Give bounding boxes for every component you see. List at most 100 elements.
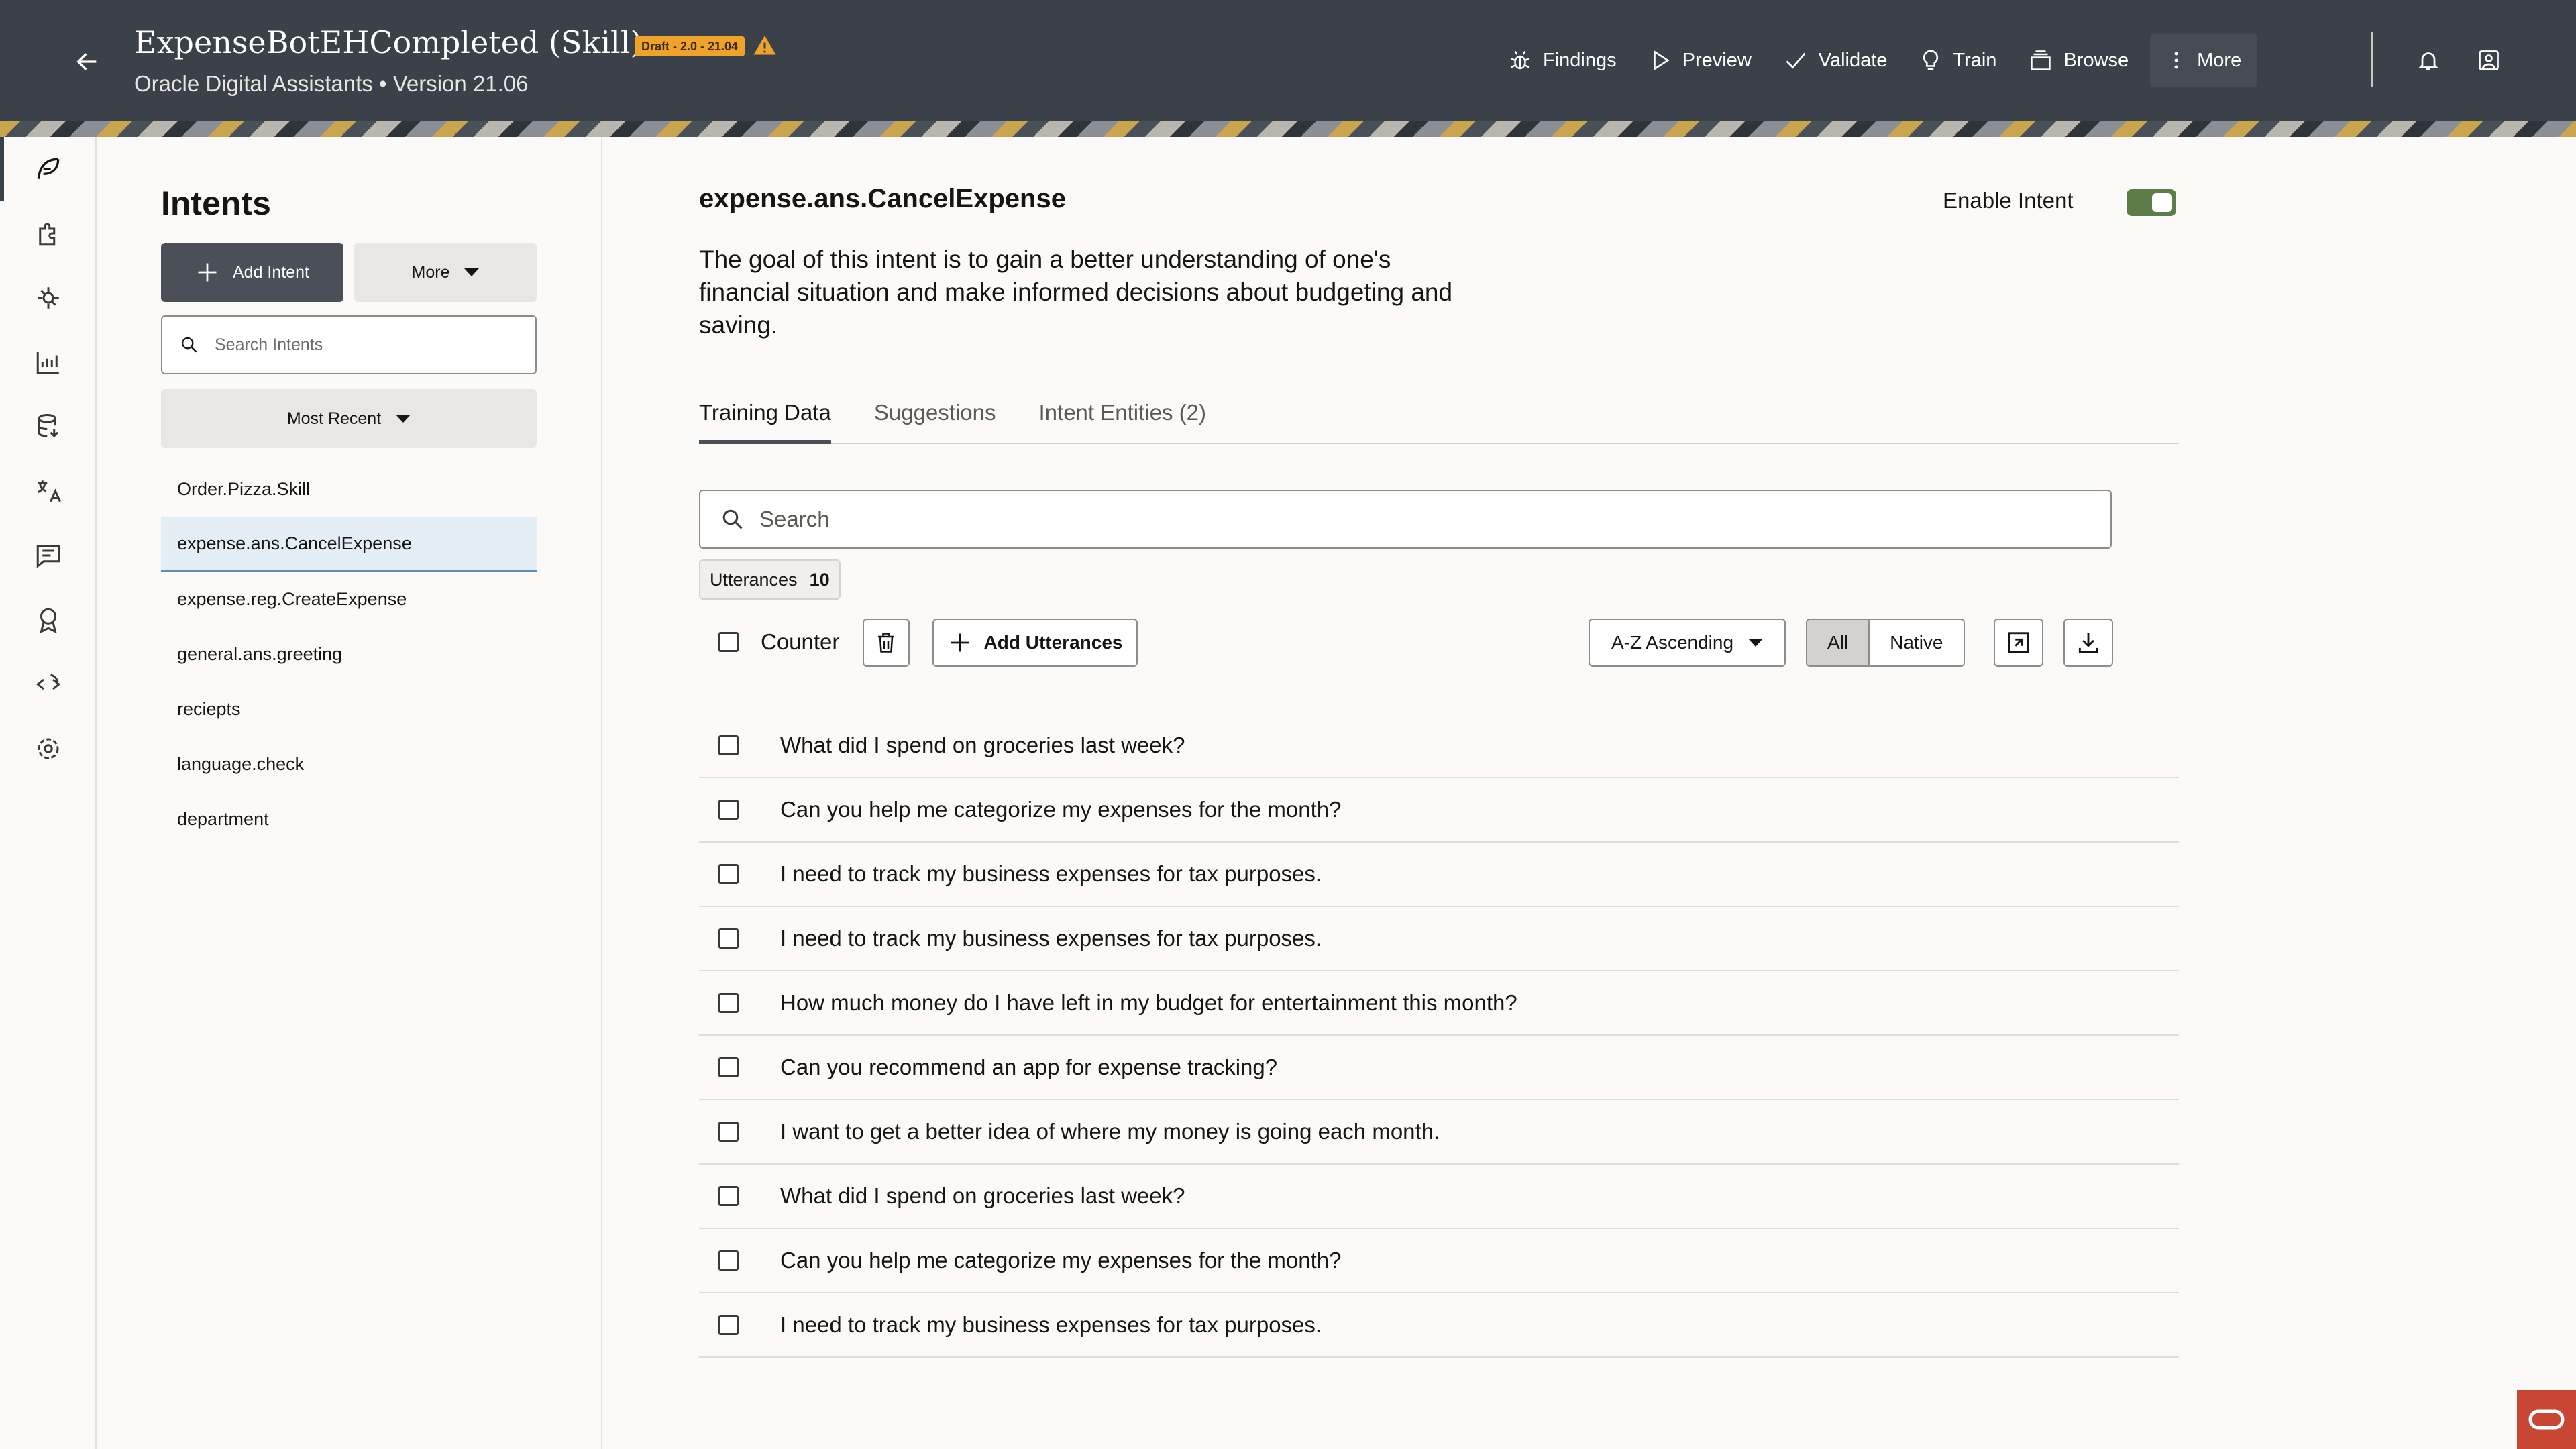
utterance-text[interactable]: I need to track my business expenses for… — [780, 926, 1322, 951]
select-all-checkbox[interactable] — [718, 632, 739, 652]
delete-utterances-button[interactable] — [863, 619, 910, 667]
search-intents-field[interactable] — [161, 315, 537, 374]
intent-list-item[interactable]: expense.reg.CreateExpense — [161, 572, 537, 627]
utterance-checkbox[interactable] — [718, 1122, 739, 1142]
utterance-row: I need to track my business expenses for… — [699, 843, 2179, 907]
add-intent-label: Add Intent — [233, 262, 309, 282]
back-button[interactable] — [67, 42, 107, 82]
notifications-button[interactable] — [2411, 43, 2446, 78]
search-intents-input[interactable] — [215, 335, 523, 355]
utterance-sort-dropdown[interactable]: A-Z Ascending — [1589, 619, 1786, 667]
oracle-assistant-button[interactable] — [2517, 1390, 2576, 1449]
export-button[interactable] — [2063, 619, 2113, 667]
kebab-icon — [2174, 52, 2178, 69]
utterance-text[interactable]: Can you recommend an app for expense tra… — [780, 1055, 1277, 1080]
add-intent-button[interactable]: Add Intent — [161, 243, 343, 302]
intent-detail: expense.ans.CancelExpense Enable Intent … — [604, 137, 2576, 1449]
search-icon — [722, 509, 743, 529]
nav-translation[interactable] — [0, 459, 97, 523]
utterance-sort-value: A-Z Ascending — [1611, 632, 1734, 653]
intent-list: Order.Pizza.Skill expense.ans.CancelExpe… — [161, 462, 537, 847]
enable-intent-toggle[interactable] — [2127, 189, 2176, 216]
validate-button[interactable]: Validate — [1768, 34, 1904, 87]
intent-list-item[interactable]: reciepts — [161, 682, 537, 737]
utterance-checkbox[interactable] — [718, 993, 739, 1013]
utterance-row: Can you help me categorize my expenses f… — [699, 778, 2179, 843]
train-button[interactable]: Train — [1903, 34, 2012, 87]
utterances-count-value: 10 — [809, 569, 830, 590]
nav-entities[interactable] — [0, 201, 97, 266]
nav-flows[interactable] — [0, 652, 97, 716]
utterance-checkbox[interactable] — [718, 1186, 739, 1206]
conversation-icon — [36, 545, 60, 568]
utterance-checkbox[interactable] — [718, 1250, 739, 1271]
findings-button[interactable]: Findings — [1492, 34, 1633, 87]
utterance-text[interactable]: What did I spend on groceries last week? — [780, 1183, 1185, 1209]
utterances-count-label: Utterances — [710, 569, 798, 590]
validate-label: Validate — [1818, 49, 1888, 71]
skill-nav-rail — [0, 137, 97, 1449]
trash-icon — [878, 633, 894, 653]
tab-suggestions[interactable]: Suggestions — [874, 394, 996, 444]
filter-native-button[interactable]: Native — [1870, 620, 1964, 665]
utterance-checkbox[interactable] — [718, 1315, 739, 1335]
utterance-row: I need to track my business expenses for… — [699, 907, 2179, 971]
play-icon — [1653, 50, 1670, 71]
utterance-checkbox[interactable] — [718, 800, 739, 820]
preview-button[interactable]: Preview — [1633, 34, 1768, 87]
utterance-checkbox[interactable] — [718, 735, 739, 755]
intent-list-item[interactable]: general.ans.greeting — [161, 627, 537, 682]
nav-data-manager[interactable] — [0, 394, 97, 459]
flows-code-icon — [36, 674, 61, 690]
intent-list-item-selected[interactable]: expense.ans.CancelExpense — [161, 517, 537, 572]
intent-list-item[interactable]: department — [161, 792, 537, 847]
nav-intents[interactable] — [0, 137, 97, 201]
utterance-text[interactable]: Can you help me categorize my expenses f… — [780, 1248, 1341, 1273]
utterance-checkbox[interactable] — [718, 864, 739, 884]
utterance-text[interactable]: I need to track my business expenses for… — [780, 861, 1322, 887]
settings-icon — [38, 738, 59, 759]
utterance-checkbox[interactable] — [718, 1057, 739, 1077]
nav-quality[interactable] — [0, 588, 97, 652]
filter-all-button[interactable]: All — [1807, 620, 1870, 665]
nav-conversations[interactable] — [0, 523, 97, 588]
intents-more-button[interactable]: More — [354, 243, 537, 302]
add-utterances-button[interactable]: Add Utterances — [932, 619, 1138, 667]
arrow-left-icon — [76, 53, 97, 70]
utterance-text[interactable]: I want to get a better idea of where my … — [780, 1119, 1440, 1144]
nav-insights[interactable] — [0, 330, 97, 394]
utterance-search-input[interactable] — [759, 506, 2074, 532]
findings-label: Findings — [1543, 49, 1617, 71]
utterance-text[interactable]: What did I spend on groceries last week? — [780, 733, 1185, 758]
intent-list-item[interactable]: language.check — [161, 737, 537, 792]
tab-training-data[interactable]: Training Data — [699, 394, 831, 444]
bell-icon — [2418, 52, 2439, 70]
app-header: ExpenseBotEHCompleted (Skill) Draft - 2.… — [0, 0, 2576, 121]
intents-sort-dropdown[interactable]: Most Recent — [161, 389, 537, 448]
add-utterances-label: Add Utterances — [983, 632, 1123, 653]
header-more-label: More — [2197, 49, 2242, 71]
user-profile-button[interactable] — [2471, 43, 2506, 78]
intent-list-item[interactable]: Order.Pizza.Skill — [161, 462, 537, 517]
import-button[interactable] — [1994, 619, 2043, 667]
plus-icon — [951, 633, 969, 652]
tab-intent-entities[interactable]: Intent Entities (2) — [1039, 394, 1206, 444]
utterance-search-field[interactable] — [699, 490, 2112, 549]
nav-settings[interactable] — [0, 716, 97, 781]
intents-feather-icon — [37, 158, 60, 179]
browse-button[interactable]: Browse — [2012, 34, 2145, 87]
utterance-text[interactable]: Can you help me categorize my expenses f… — [780, 797, 1341, 822]
utterance-row: I want to get a better idea of where my … — [699, 1100, 2179, 1165]
utterance-text[interactable]: How much money do I have left in my budg… — [780, 990, 1517, 1016]
utterance-text[interactable]: I need to track my business expenses for… — [780, 1312, 1322, 1338]
check-icon — [1786, 52, 1806, 69]
warning-icon[interactable] — [753, 34, 777, 58]
utterance-checkbox[interactable] — [718, 928, 739, 949]
chevron-down-icon — [1748, 639, 1764, 647]
search-icon — [181, 337, 197, 353]
utterance-row: What did I spend on groceries last week? — [699, 1165, 2179, 1229]
header-divider — [2371, 32, 2373, 87]
nav-components[interactable] — [0, 266, 97, 330]
components-gear-icon — [38, 287, 59, 309]
header-more-button[interactable]: More — [2150, 34, 2258, 87]
